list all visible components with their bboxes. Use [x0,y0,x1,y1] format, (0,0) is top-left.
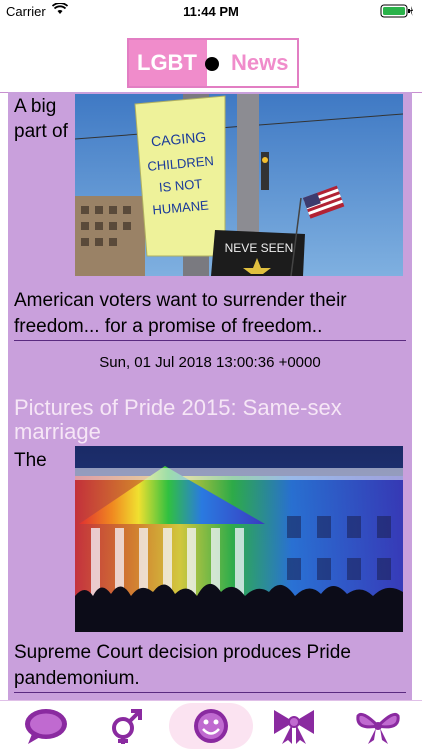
article-excerpt: A big part of [14,96,68,142]
article-caption[interactable]: Supreme Court decision produces Pride pa… [14,640,406,693]
logo-news: News [231,50,289,75]
article-image[interactable] [75,446,403,632]
smiley-icon [194,709,228,743]
app-header: LGBT News [0,22,422,93]
tab-chat[interactable] [16,703,76,749]
tab-gender[interactable] [96,703,156,749]
app-logo: LGBT News [127,38,299,88]
chat-icon [25,709,67,744]
ribbon-icon [274,710,314,744]
battery-icon [380,4,414,21]
status-bar: Carrier 11:44 PM [0,0,422,22]
logo-dot [205,57,219,71]
tab-ribbon[interactable] [264,703,324,749]
article-caption[interactable]: American voters want to surrender their … [14,288,406,341]
svg-text:NEVE SEEN: NEVE SEEN [225,241,294,255]
gender-icon [112,709,142,744]
article-image[interactable]: CAGING CHILDREN IS NOT HUMANE NEVE SEEN [74,94,404,277]
news-feed[interactable]: A big part of CAGING CHILDREN IS NOT HUM… [8,92,412,700]
logo-lgbt: LGBT [129,40,207,86]
tab-bar [0,700,422,751]
article-excerpt: The [14,450,47,471]
clock: 11:44 PM [183,4,239,19]
article-date: Sun, 01 Jul 2018 13:00:36 +0000 [99,354,321,371]
tab-smiley[interactable] [169,703,253,749]
tab-bow[interactable] [348,703,408,749]
bow-icon [356,712,400,744]
article-title[interactable]: Pictures of Pride 2015: Same-sex marriag… [14,396,406,444]
